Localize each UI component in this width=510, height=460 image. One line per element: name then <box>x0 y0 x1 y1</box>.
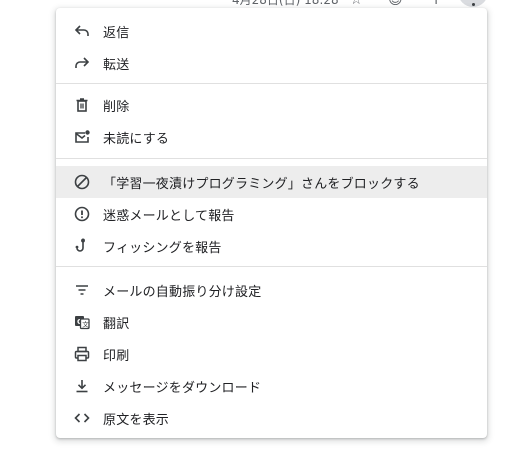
mark-unread-icon <box>73 128 91 146</box>
menu-item-report-spam[interactable]: 迷惑メールとして報告 <box>56 198 487 230</box>
menu-item-reply[interactable]: 返信 <box>56 15 487 47</box>
block-icon <box>73 173 91 191</box>
menu-item-report-phishing[interactable]: フィッシングを報告 <box>56 230 487 262</box>
menu-item-filter[interactable]: メールの自動振り分け設定 <box>56 274 487 306</box>
menu-item-label: 原文を表示 <box>103 412 170 428</box>
menu-item-label: 削除 <box>103 99 130 115</box>
menu-item-translate[interactable]: G文 翻訳 <box>56 306 487 338</box>
translate-icon: G文 <box>73 313 91 331</box>
menu-item-print[interactable]: 印刷 <box>56 338 487 370</box>
trash-icon <box>73 96 91 114</box>
menu-item-label: 翻訳 <box>103 316 130 332</box>
menu-item-label: 迷惑メールとして報告 <box>103 208 235 224</box>
code-icon <box>73 409 91 427</box>
menu-item-label: 「学習一夜漬けプログラミング」さんをブロックする <box>103 176 420 192</box>
svg-text:文: 文 <box>82 319 89 328</box>
message-date: 4月28日(日) 18:28 <box>232 0 339 7</box>
menu-item-label: 印刷 <box>103 348 130 364</box>
page: 4月28日(日) 18:28 ☆ ☺ ↰ 返信 転送 削除 未読にする 「学習一… <box>0 0 510 460</box>
menu-item-delete[interactable]: 削除 <box>56 89 487 121</box>
message-actions-menu: 返信 転送 削除 未読にする 「学習一夜漬けプログラミング」さんをブロックする … <box>56 8 487 438</box>
menu-item-forward[interactable]: 転送 <box>56 47 487 79</box>
menu-item-download[interactable]: メッセージをダウンロード <box>56 370 487 402</box>
menu-item-label: 転送 <box>103 57 130 73</box>
menu-item-mark-unread[interactable]: 未読にする <box>56 121 487 153</box>
divider <box>56 83 487 84</box>
divider <box>56 266 487 267</box>
menu-item-block-user[interactable]: 「学習一夜漬けプログラミング」さんをブロックする <box>56 166 487 198</box>
phishing-icon <box>73 237 91 255</box>
reply-icon <box>73 22 91 40</box>
report-spam-icon <box>73 205 91 223</box>
menu-item-label: メッセージをダウンロード <box>103 380 262 396</box>
more-vert-icon[interactable] <box>458 0 488 7</box>
menu-item-label: 未読にする <box>103 131 170 147</box>
divider <box>56 158 487 159</box>
menu-item-label: メールの自動振り分け設定 <box>103 284 262 300</box>
menu-item-label: フィッシングを報告 <box>103 240 222 256</box>
download-icon <box>73 377 91 395</box>
filter-icon <box>73 281 91 299</box>
forward-icon <box>73 54 91 72</box>
menu-item-label: 返信 <box>103 25 130 41</box>
print-icon <box>73 345 91 363</box>
menu-item-show-original[interactable]: 原文を表示 <box>56 402 487 434</box>
